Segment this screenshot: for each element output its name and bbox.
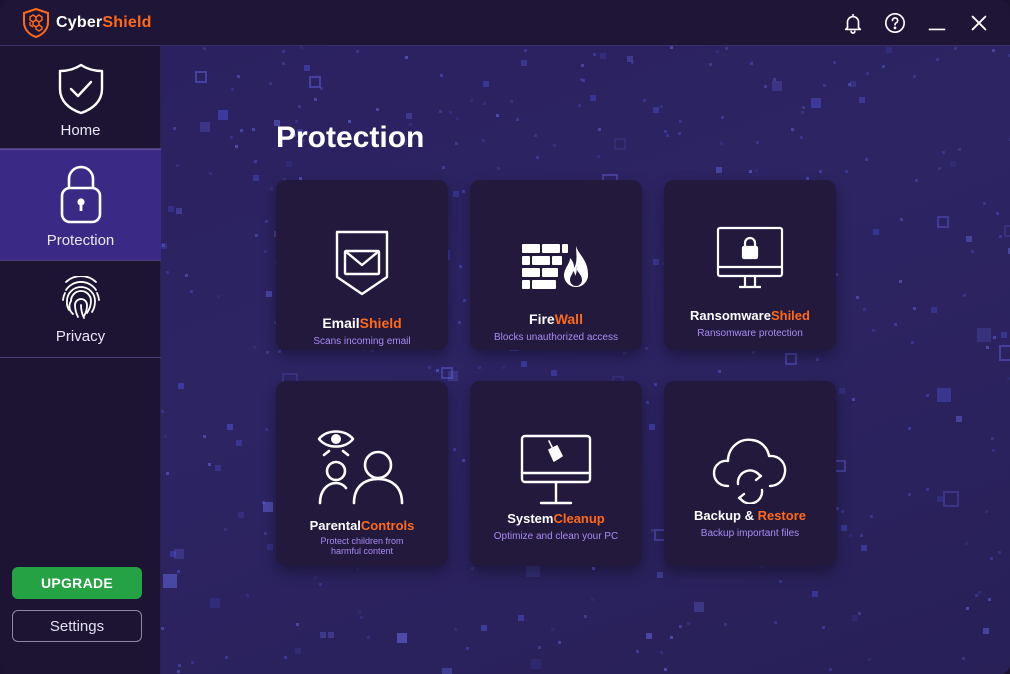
card-title-a: System (507, 511, 554, 526)
app-title: CyberShield (56, 14, 152, 32)
card-ransomware-shield[interactable]: RansomwareShiled Ransomware protection (664, 180, 836, 350)
window-controls (832, 0, 1000, 46)
card-title-a: Parental (309, 518, 361, 533)
card-description: Backup important files (700, 528, 800, 539)
card-title-b: Cleanup (553, 511, 605, 526)
card-title: SystemCleanup (507, 511, 605, 526)
card-parental-controls[interactable]: ParentalControls Protect children from h… (276, 381, 448, 566)
card-title: EmailShield (322, 315, 401, 331)
card-description: Optimize and clean your PC (493, 531, 619, 542)
card-title: FireWall (529, 311, 583, 327)
app-title-part1: Cyber (56, 13, 103, 31)
cybershield-logo-icon (23, 7, 49, 38)
help-icon (885, 13, 905, 33)
card-description: Protect children from harmful content (320, 536, 404, 556)
sidebar-item-home[interactable]: Home (0, 46, 161, 149)
card-description: Ransomware protection (697, 328, 803, 339)
close-button[interactable] (958, 0, 1000, 46)
bell-icon (844, 13, 862, 34)
cloud-sync-icon (712, 438, 787, 504)
firewall-icon (522, 244, 589, 289)
lock-icon (60, 165, 101, 224)
card-firewall[interactable]: FireWall Blocks unauthorized access (470, 180, 642, 350)
fingerprint-icon (61, 276, 100, 319)
email-shield-icon (335, 230, 389, 296)
sidebar-item-protection[interactable]: Protection (0, 149, 161, 261)
sidebar-item-label: Protection (46, 232, 115, 249)
minimize-icon (928, 28, 946, 31)
card-title: RansomwareShiled (690, 308, 810, 323)
shield-check-icon (58, 63, 103, 115)
card-email-shield[interactable]: EmailShield Scans incoming email (276, 180, 448, 350)
monitor-lock-icon (716, 226, 784, 289)
card-title-b: Restore (757, 508, 806, 523)
card-title-a: Fire (529, 311, 555, 327)
notifications-button[interactable] (832, 0, 874, 46)
card-title-b: Shiled (770, 308, 810, 323)
app-window: CyberShield Home Protection Privacy UPGR… (0, 0, 1010, 674)
sidebar: Home Protection Privacy UPGRADE Settings (0, 46, 161, 674)
card-title: ParentalControls (310, 518, 415, 533)
card-title-a: Ransomware (690, 308, 771, 323)
sidebar-item-privacy[interactable]: Privacy (0, 261, 161, 358)
upgrade-button[interactable]: UPGRADE (12, 567, 142, 599)
card-title: Backup & Restore (694, 508, 806, 523)
card-title-a: Backup & (694, 508, 758, 523)
brand: CyberShield (22, 7, 152, 38)
card-system-cleanup[interactable]: SystemCleanup Optimize and clean your PC (470, 381, 642, 566)
monitor-broom-icon (520, 434, 592, 505)
main-content: Protection EmailShield Scans incoming em… (161, 46, 1010, 674)
app-title-part2: Shield (102, 13, 152, 31)
card-title-b: Controls (360, 518, 415, 533)
help-button[interactable] (874, 0, 916, 46)
page-title: Protection (276, 121, 425, 154)
card-title-a: Email (322, 315, 360, 331)
minimize-button[interactable] (916, 0, 958, 46)
close-icon (971, 15, 987, 31)
sidebar-item-label: Home (60, 122, 101, 139)
settings-button[interactable]: Settings (12, 610, 142, 642)
card-description: Scans incoming email (313, 336, 411, 347)
card-backup-restore[interactable]: Backup & Restore Backup important files (664, 381, 836, 566)
card-title-b: Shield (359, 315, 402, 331)
parental-eye-icon (317, 430, 404, 505)
sidebar-item-label: Privacy (55, 328, 106, 345)
card-description: Blocks unauthorized access (494, 332, 618, 343)
card-title-b: Wall (554, 311, 583, 327)
title-bar: CyberShield (0, 0, 1010, 46)
